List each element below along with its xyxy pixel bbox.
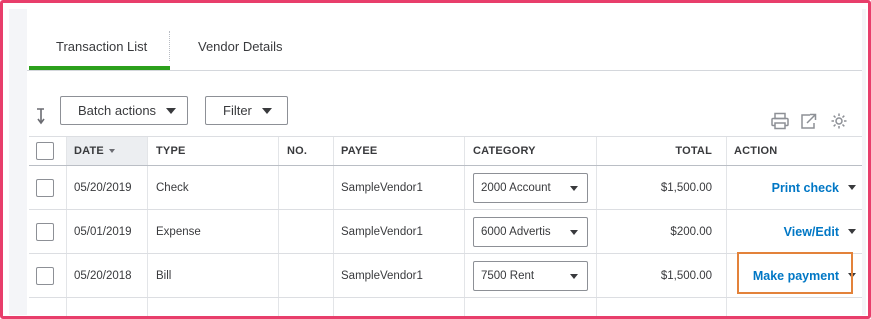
cell-total: $1,500.00	[660, 269, 712, 282]
table-row[interactable]: 05/01/2019 Expense SampleVendor1 6000 Ad…	[29, 210, 862, 254]
table-total-row	[29, 298, 862, 316]
page-background: Transaction List Vendor Details Batch ac…	[9, 9, 866, 316]
cell-date: 05/01/2019	[74, 225, 132, 238]
cell-type: Check	[156, 181, 189, 194]
column-divider	[66, 298, 67, 316]
tab-vendor-details[interactable]: Vendor Details	[198, 39, 283, 54]
category-select-value: 2000 Account	[481, 181, 551, 194]
cell-date: 05/20/2019	[74, 181, 132, 194]
chevron-down-icon	[166, 107, 177, 114]
view-edit-link[interactable]: View/Edit	[784, 225, 839, 239]
print-check-link[interactable]: Print check	[772, 181, 839, 195]
column-divider	[726, 298, 727, 316]
screenshot-frame: Transaction List Vendor Details Batch ac…	[0, 0, 871, 319]
category-select-value: 6000 Advertis	[481, 225, 551, 238]
vendor-panel: Transaction List Vendor Details Batch ac…	[27, 9, 862, 316]
gear-icon[interactable]	[829, 112, 849, 130]
print-icon[interactable]	[770, 112, 790, 130]
cell-type: Expense	[156, 225, 201, 238]
header-type[interactable]: TYPE	[148, 137, 278, 165]
category-select[interactable]: 2000 Account	[473, 172, 588, 203]
chevron-down-icon	[570, 185, 578, 191]
table-row[interactable]: 05/20/2019 Check SampleVendor1 2000 Acco…	[29, 166, 862, 210]
table-header-row: DATE TYPE NO. PAYEE CATEGORY TOTAL ACTIO…	[29, 136, 862, 166]
header-checkbox-cell	[36, 137, 56, 165]
cell-category: 7500 Rent	[465, 254, 596, 297]
cell-payee: SampleVendor1	[341, 181, 423, 194]
header-category[interactable]: CATEGORY	[465, 137, 596, 165]
column-divider	[596, 298, 597, 316]
row-checkbox-cell	[36, 254, 56, 297]
sort-descending-icon	[108, 149, 115, 153]
make-payment-highlight-box	[737, 252, 853, 294]
chevron-down-icon[interactable]	[848, 229, 856, 234]
category-select[interactable]: 6000 Advertis	[473, 216, 588, 247]
category-select[interactable]: 7500 Rent	[473, 260, 588, 291]
category-select-value: 7500 Rent	[481, 269, 535, 282]
cell-total: $1,500.00	[660, 181, 712, 194]
row-checkbox-cell	[36, 166, 56, 209]
row-checkbox[interactable]	[36, 266, 54, 285]
row-checkbox-cell	[36, 210, 56, 253]
header-total[interactable]: TOTAL	[597, 137, 719, 165]
tab-bar: Transaction List Vendor Details	[27, 9, 862, 71]
cell-action: View/Edit	[727, 210, 862, 253]
cell-payee: SampleVendor1	[341, 225, 423, 238]
header-date[interactable]: DATE	[67, 137, 147, 165]
column-divider	[147, 298, 148, 316]
tab-transaction-list[interactable]: Transaction List	[56, 39, 147, 54]
column-divider	[333, 298, 334, 316]
cell-category: 6000 Advertis	[465, 210, 596, 253]
export-icon[interactable]	[799, 112, 819, 130]
header-no[interactable]: NO.	[279, 137, 333, 165]
tab-separator	[169, 31, 170, 61]
filter-label: Filter	[223, 103, 252, 118]
cell-no	[279, 210, 333, 253]
sort-icon[interactable]	[35, 107, 51, 125]
cell-payee: SampleVendor1	[341, 269, 423, 282]
action-group: View/Edit	[784, 210, 862, 253]
cell-type: Bill	[156, 269, 172, 282]
cell-category: 2000 Account	[465, 166, 596, 209]
chevron-down-icon	[570, 273, 578, 279]
batch-actions-label: Batch actions	[78, 103, 157, 118]
row-checkbox[interactable]	[36, 178, 54, 197]
cell-total: $200.00	[670, 225, 712, 238]
column-divider	[278, 298, 279, 316]
header-payee[interactable]: PAYEE	[334, 137, 464, 165]
cell-no	[279, 166, 333, 209]
cell-action: Print check	[727, 166, 862, 209]
action-group: Print check	[772, 166, 862, 209]
column-divider	[464, 298, 465, 316]
chevron-down-icon	[570, 229, 578, 235]
batch-actions-button[interactable]: Batch actions	[60, 96, 188, 125]
chevron-down-icon[interactable]	[848, 185, 856, 190]
header-date-label: DATE	[74, 145, 104, 157]
cell-date: 05/20/2018	[74, 269, 132, 282]
select-all-checkbox[interactable]	[36, 142, 54, 160]
chevron-down-icon	[261, 107, 272, 114]
active-tab-indicator	[29, 66, 170, 70]
header-action: ACTION	[734, 145, 778, 157]
filter-button[interactable]: Filter	[205, 96, 288, 125]
row-checkbox[interactable]	[36, 222, 54, 241]
cell-no	[279, 254, 333, 297]
